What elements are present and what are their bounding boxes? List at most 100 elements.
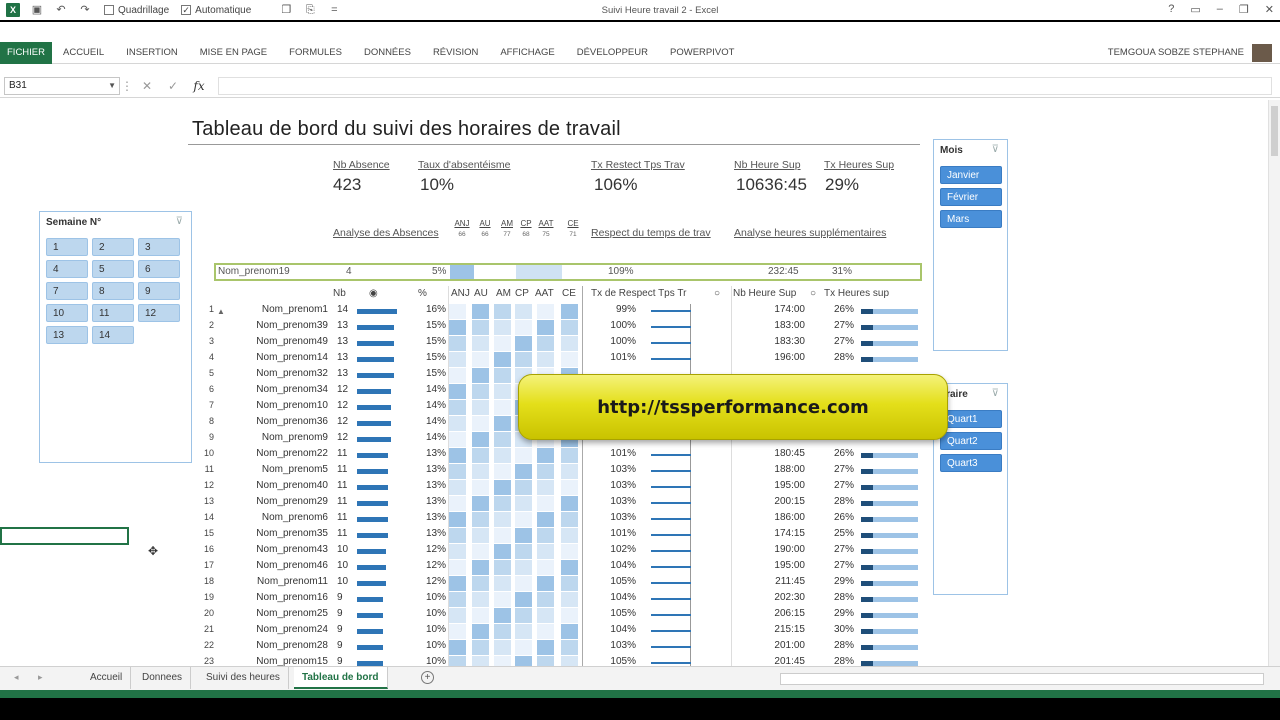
sheet-tab-suivi[interactable]: Suivi des heures [198,667,289,689]
slicer-item-semaine[interactable]: 7 [46,282,88,300]
user-name[interactable]: TEMGOUA SOBZE STEPHANE [1108,47,1244,58]
tab-insertion[interactable]: INSERTION [115,42,189,64]
slicer-item-semaine[interactable]: 5 [92,260,134,278]
slicer-item-horaire[interactable]: Quart2 [940,432,1002,450]
slicer-item-mois[interactable]: Janvier [940,166,1002,184]
col-header-absence-type[interactable]: ANJ [451,288,475,299]
slicer-item-semaine[interactable]: 9 [138,282,180,300]
employee-name: Nom_prenom29 [256,496,328,507]
scrollbar-thumb[interactable] [1271,106,1278,156]
radio-sort-tx-icon[interactable]: ○ [714,288,720,299]
employee-name: Nom_prenom24 [256,624,328,635]
col-header-tx-heures-sup[interactable]: Tx Heures sup [824,288,889,299]
avatar[interactable] [1252,44,1272,62]
heure-sup-value: 200:15 [774,496,805,507]
insert-function-icon[interactable]: fx [186,79,212,93]
chevron-down-icon[interactable]: ▼ [108,78,116,94]
tx-heures-sup-bar [861,581,873,586]
slicer-item-horaire[interactable]: Quart1 [940,410,1002,428]
sheet-tab-donnees[interactable]: Donnees [134,667,192,689]
tab-donnees[interactable]: DONNÉES [353,42,422,64]
clear-filter-icon[interactable]: ⊽ [992,388,999,399]
excel-logo-icon: X [6,3,20,17]
slicer-item-semaine[interactable]: 3 [138,238,180,256]
hl-heat-cell [450,265,474,279]
col-header-nb[interactable]: Nb [333,288,346,299]
heatmap-cell [561,528,578,543]
heatmap-cell [561,608,578,623]
slicer-item-semaine[interactable]: 1 [46,238,88,256]
tab-accueil[interactable]: ACCUEIL [52,42,115,64]
formula-input[interactable] [218,76,1272,95]
enter-icon[interactable]: ✓ [160,79,186,93]
tab-developpeur[interactable]: DÉVELOPPEUR [566,42,659,64]
ribbon-display-icon[interactable]: ▭ [1190,3,1200,16]
save-icon[interactable]: ▣ [30,3,44,17]
prev-sheet-icon[interactable]: ◂ [14,672,19,683]
close-icon[interactable]: ✕ [1265,3,1274,16]
tx-heures-sup-bar [861,357,873,362]
heatmap-cell [561,544,578,559]
heatmap-cell [449,592,466,607]
heatmap-cell [494,352,511,367]
next-sheet-icon[interactable]: ▸ [38,672,43,683]
minimize-icon[interactable]: – [1217,3,1223,16]
heure-sup-value: 188:00 [774,464,805,475]
tab-mise-en-page[interactable]: MISE EN PAGE [189,42,278,64]
restore-icon[interactable]: ❐ [1239,3,1249,16]
heatmap-cell [494,432,511,447]
slicer-item-semaine[interactable]: 6 [138,260,180,278]
heatmap-cell [537,336,554,351]
radio-sort-hs-icon[interactable]: ○ [810,288,816,299]
col-header-absence-type[interactable]: AAT [535,288,559,299]
sheet-tab-accueil[interactable]: Accueil [82,667,132,689]
selected-employee-row[interactable]: Nom_prenom19 4 5% 109% 232:45 31% [214,263,922,281]
clear-filter-icon[interactable]: ⊽ [992,144,999,155]
vertical-scrollbar[interactable] [1268,100,1280,666]
slicer-item-horaire[interactable]: Quart3 [940,454,1002,472]
customize-quick-access-icon[interactable]: = [327,3,341,17]
collapse-arrow-icon[interactable]: ▲ [217,307,225,316]
tab-affichage[interactable]: AFFICHAGE [489,42,565,64]
heure-sup-value: 211:45 [775,576,805,587]
col-header-tx-respect[interactable]: Tx de Respect Tps Tr [591,288,686,299]
undo-icon[interactable]: ↶ [54,3,68,17]
sheet-tab-tableau-de-bord[interactable]: Tableau de bord [294,667,388,689]
col-header-nb-heure-sup[interactable]: Nb Heure Sup [733,288,796,299]
slicer-item-semaine[interactable]: 11 [92,304,134,322]
redo-icon[interactable]: ↷ [78,3,92,17]
auto-checkbox[interactable]: ✓ Automatique [181,5,251,16]
radio-sort-nb-icon[interactable]: ◉ [369,288,378,299]
tx-respect-bar [651,534,691,536]
tx-respect-bar [651,550,691,552]
slicer-item-semaine[interactable]: 14 [92,326,134,344]
tab-powerpivot[interactable]: POWERPIVOT [659,42,745,64]
absence-pct: 10% [425,656,446,666]
tab-revision[interactable]: RÉVISION [422,42,489,64]
selected-cell[interactable] [0,527,129,545]
absence-count: 13 [337,368,349,379]
copy-icon[interactable]: ❐ [279,3,293,17]
add-sheet-icon[interactable]: + [421,671,434,684]
slicer-item-semaine[interactable]: 8 [92,282,134,300]
tab-formules[interactable]: FORMULES [278,42,353,64]
slicer-item-semaine[interactable]: 12 [138,304,180,322]
tab-file[interactable]: FICHIER [0,41,52,64]
slicer-item-semaine[interactable]: 10 [46,304,88,322]
slicer-item-mois[interactable]: Mars [940,210,1002,228]
slicer-item-semaine[interactable]: 2 [92,238,134,256]
horizontal-scrollbar[interactable] [780,673,1264,685]
slicer-item-semaine[interactable]: 13 [46,326,88,344]
cancel-icon[interactable]: ✕ [134,79,160,93]
gridlines-checkbox[interactable]: Quadrillage [104,5,169,16]
clear-filter-icon[interactable]: ⊽ [176,216,183,227]
heatmap-cell [472,512,489,527]
name-box[interactable]: B31 ▼ [4,76,120,95]
worksheet[interactable]: Tableau de bord du suivi des horaires de… [0,100,1268,666]
slicer-item-semaine[interactable]: 4 [46,260,88,278]
paste-icon[interactable]: ⎘ [303,3,317,17]
slicer-item-mois[interactable]: Février [940,188,1002,206]
col-header-absence-type[interactable]: AU [474,288,498,299]
col-header-pct[interactable]: % [418,288,427,299]
help-icon[interactable]: ? [1168,3,1174,16]
